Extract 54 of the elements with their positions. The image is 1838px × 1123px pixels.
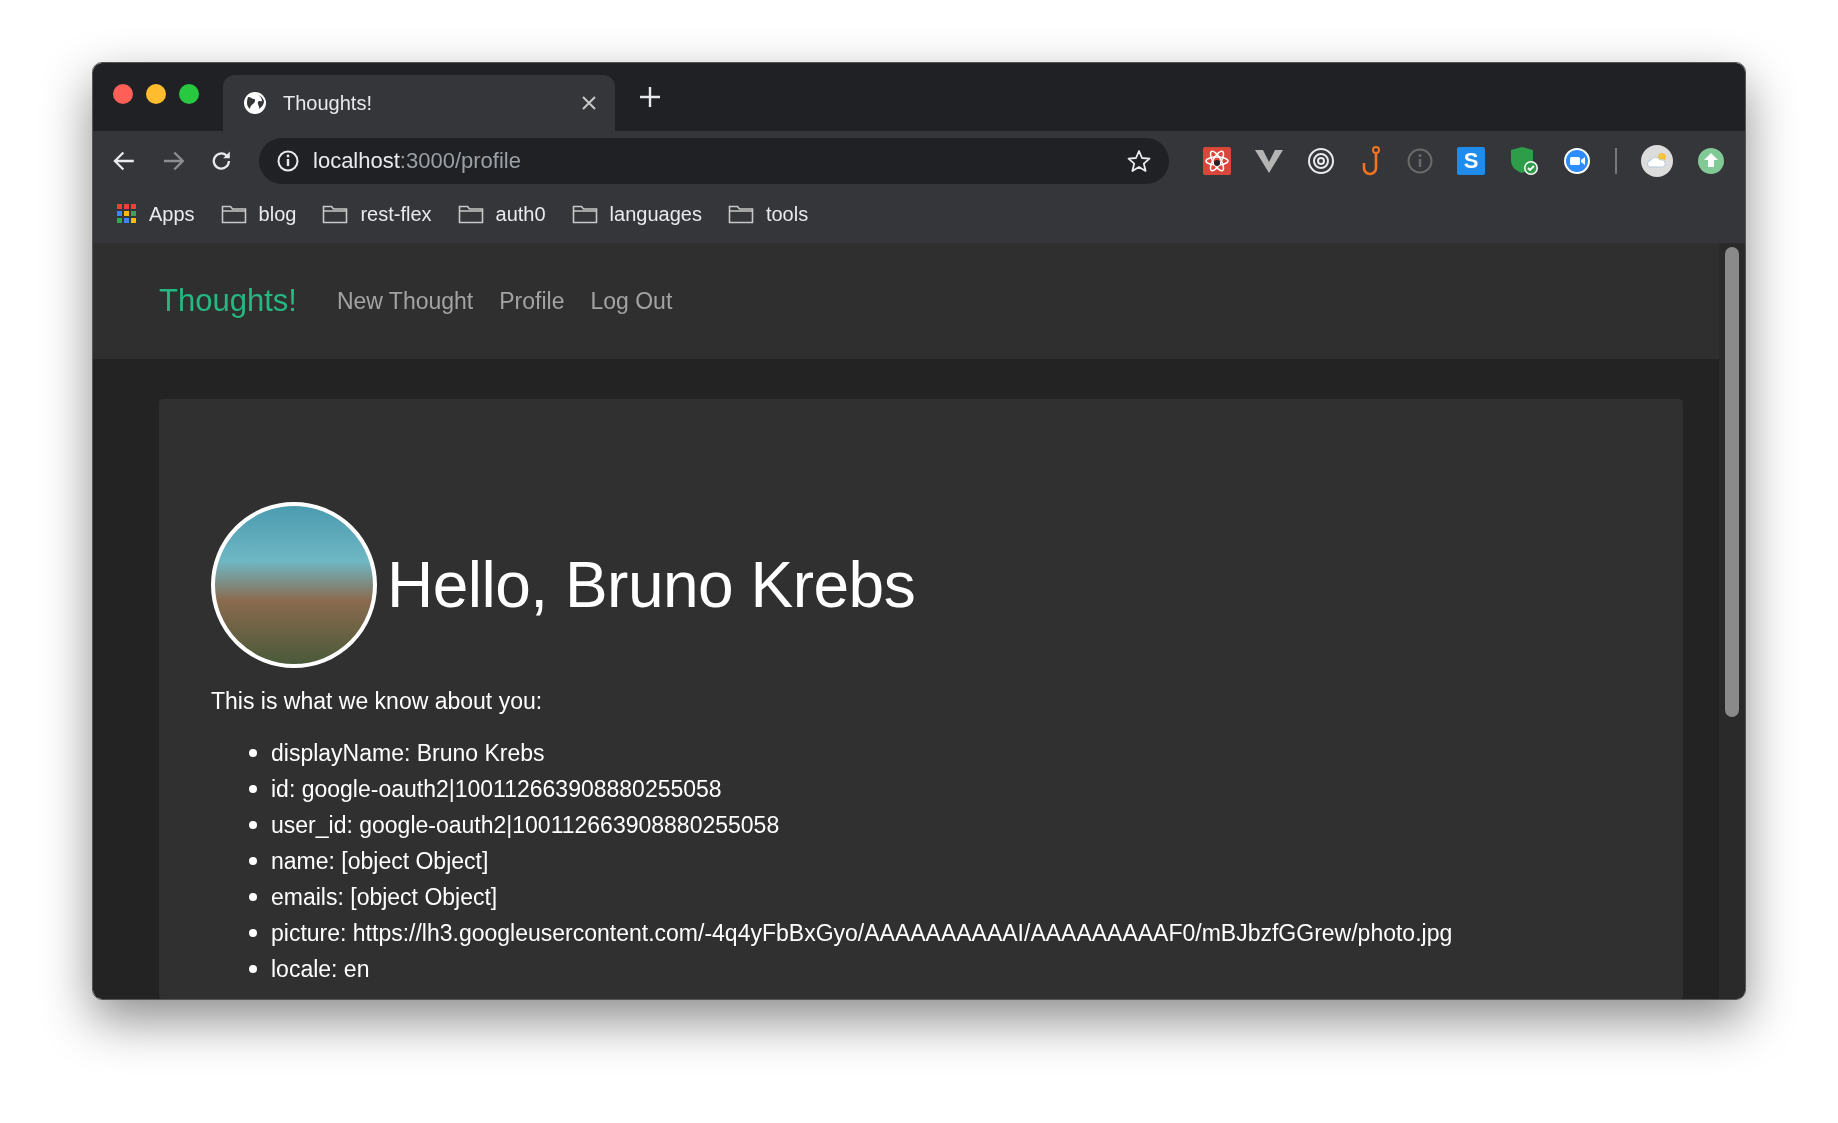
bullet-icon bbox=[249, 929, 257, 937]
bullet-icon bbox=[249, 893, 257, 901]
intro-text: This is what we know about you: bbox=[211, 688, 544, 715]
new-tab-icon[interactable] bbox=[639, 86, 661, 108]
greeting-heading: Hello, Bruno Krebs bbox=[387, 548, 916, 622]
bookmark-link[interactable]: languages bbox=[609, 202, 702, 226]
star-icon[interactable] bbox=[1127, 149, 1151, 173]
profile-field: picture: https://lh3.googleusercontent.com/-4q4yFbBxGyo/AAAAAAAAAAI/AAAAAAAAAF0/mBJbzfGGrew/photo.jpg bbox=[271, 919, 1453, 947]
minimize-window-button[interactable] bbox=[146, 84, 166, 104]
brand-link[interactable]: Thoughts! bbox=[159, 283, 297, 319]
address-field[interactable]: localhost:3000/profile bbox=[259, 138, 1169, 184]
shield-check-icon[interactable] bbox=[1509, 146, 1539, 176]
profile-field: emails: [object Object] bbox=[271, 883, 498, 911]
folder-icon bbox=[571, 204, 598, 224]
info-icon bbox=[277, 150, 299, 172]
bookmark-link[interactable]: auth0 bbox=[495, 202, 546, 226]
forward-arrow-icon[interactable] bbox=[161, 150, 185, 172]
atom-icon[interactable] bbox=[1203, 147, 1231, 175]
profile-field: id: google-oauth2|100112663908880255058 bbox=[271, 775, 722, 803]
bullet-icon bbox=[249, 821, 257, 829]
tab-title: Thoughts! bbox=[283, 91, 373, 115]
maximize-window-button[interactable] bbox=[179, 84, 199, 104]
folder-icon bbox=[220, 204, 247, 224]
target-icon[interactable] bbox=[1307, 147, 1335, 175]
bullet-icon bbox=[249, 785, 257, 793]
folder-icon bbox=[457, 204, 484, 224]
weather-cloud-icon[interactable] bbox=[1641, 145, 1673, 177]
browser-tab[interactable]: Thoughts! bbox=[223, 75, 615, 131]
bookmark-link[interactable]: Apps bbox=[149, 202, 195, 226]
profile-field: locale: en bbox=[271, 955, 370, 983]
bookmark-link[interactable]: rest-flex bbox=[360, 202, 432, 226]
folder-icon bbox=[322, 204, 349, 224]
bookmark-link[interactable]: tools bbox=[765, 202, 809, 226]
apps-grid-icon bbox=[117, 204, 137, 224]
bullet-icon bbox=[249, 857, 257, 865]
globe-icon bbox=[243, 91, 267, 115]
close-window-button[interactable] bbox=[113, 84, 133, 104]
reload-icon[interactable] bbox=[210, 149, 233, 173]
v-shape-icon[interactable] bbox=[1255, 149, 1283, 173]
video-camera-icon[interactable] bbox=[1563, 147, 1591, 175]
nav-link[interactable]: New Thought bbox=[336, 287, 474, 315]
bullet-icon bbox=[249, 965, 257, 973]
folder-icon bbox=[727, 204, 754, 224]
scrollbar-thumb[interactable] bbox=[1725, 247, 1739, 717]
back-arrow-icon[interactable] bbox=[113, 150, 136, 172]
close-icon[interactable] bbox=[581, 95, 597, 111]
profile-field: user_id: google-oauth2|100112663908880255058 bbox=[271, 811, 780, 839]
nav-link[interactable]: Log Out bbox=[590, 287, 673, 315]
profile-field: displayName: Bruno Krebs bbox=[271, 739, 545, 767]
profile-field: name: [object Object] bbox=[271, 847, 489, 875]
bullet-icon bbox=[249, 749, 257, 757]
bookmark-link[interactable]: blog bbox=[258, 202, 297, 226]
scrollbar[interactable] bbox=[1719, 243, 1745, 999]
nav-link[interactable]: Profile bbox=[499, 287, 565, 315]
